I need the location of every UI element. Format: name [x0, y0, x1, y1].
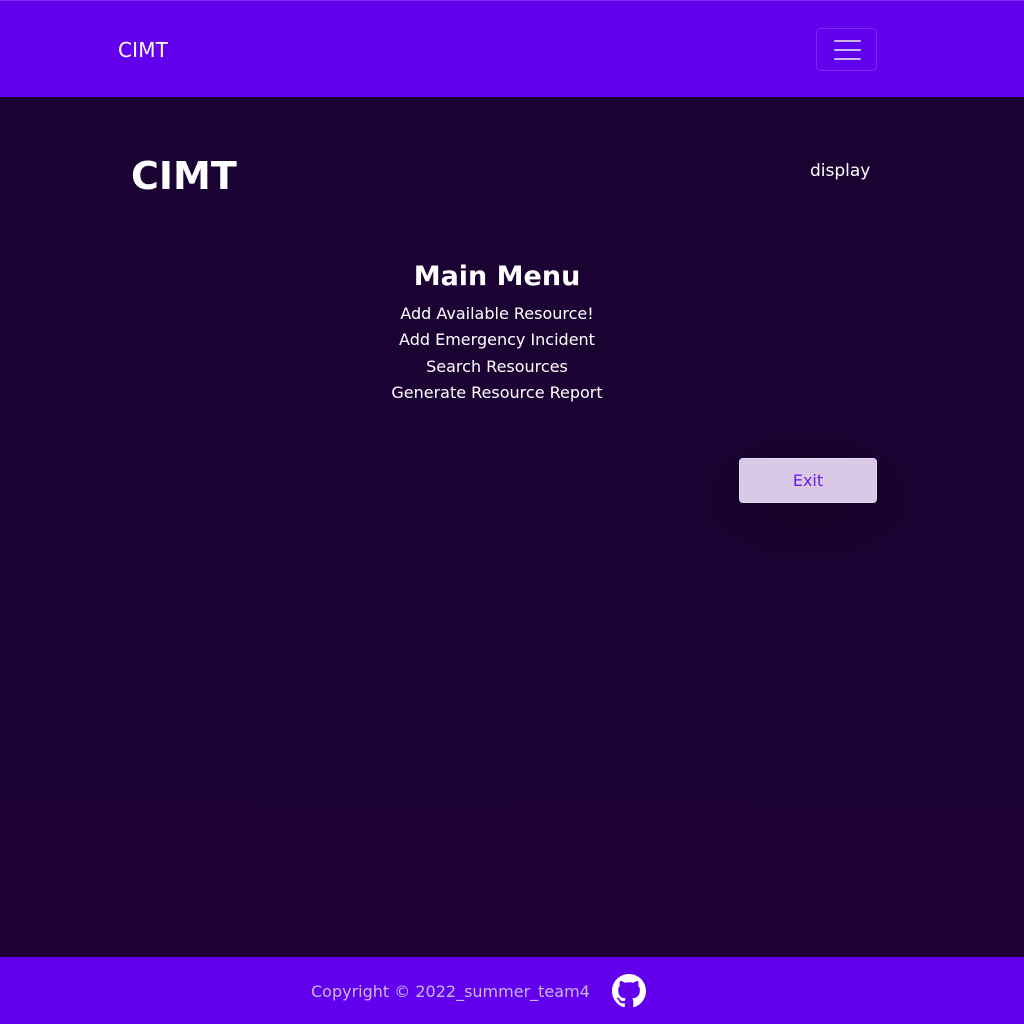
navbar-brand-link[interactable]: CIMT	[118, 37, 168, 63]
page-footer: Copyright © 2022_summer_team4	[0, 957, 1024, 1024]
main-content: CIMT display Main Menu Add Available Res…	[0, 97, 1024, 957]
top-navbar: CIMT	[0, 0, 1024, 97]
page-title: CIMT	[131, 154, 237, 198]
menu-item-generate-resource-report[interactable]: Generate Resource Report	[297, 380, 697, 406]
menu-item-add-emergency-incident[interactable]: Add Emergency Incident	[297, 327, 697, 353]
main-menu-heading: Main Menu	[413, 261, 581, 292]
hamburger-menu-icon-bar	[834, 58, 861, 60]
menu-item-search-resources[interactable]: Search Resources	[297, 354, 697, 380]
menu-item-add-available-resource[interactable]: Add Available Resource!	[297, 301, 697, 327]
main-menu: Main Menu Add Available Resource! Add Em…	[297, 257, 697, 406]
github-link[interactable]	[612, 974, 646, 1008]
hamburger-menu-icon-bar	[834, 49, 861, 51]
copyright-text: Copyright © 2022_summer_team4	[311, 982, 590, 1001]
exit-button[interactable]: Exit	[739, 458, 877, 503]
github-icon	[612, 974, 646, 1008]
hamburger-menu-icon	[834, 40, 861, 42]
navbar-toggle-button[interactable]	[816, 28, 877, 71]
display-link[interactable]: display	[810, 160, 870, 182]
